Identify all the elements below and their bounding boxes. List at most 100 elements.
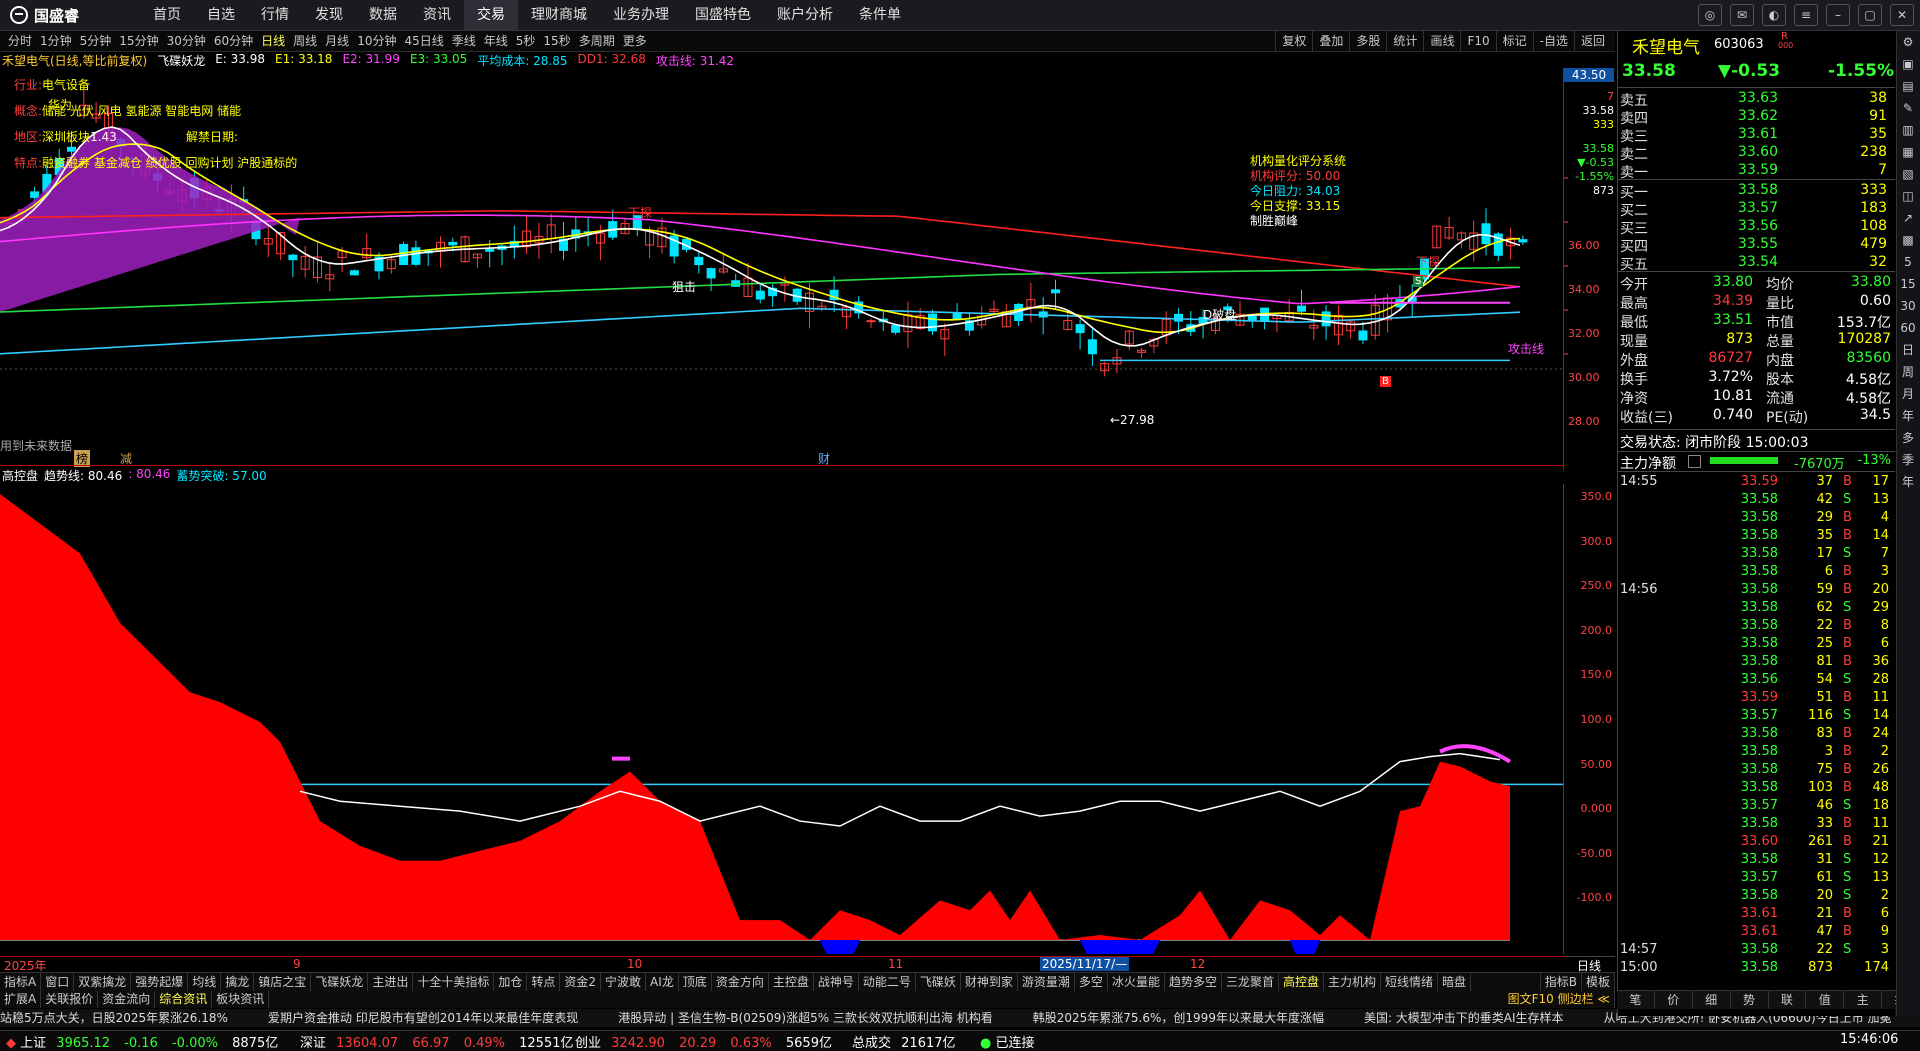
sidebar-button-1[interactable]: ▣ (1897, 53, 1919, 75)
quote-tab-5[interactable]: 值 (1806, 991, 1845, 1009)
quote-tab-3[interactable]: 势 (1731, 991, 1769, 1009)
bids-row[interactable]: 买五 33.54 32 (1618, 254, 1895, 273)
chart-tool-2[interactable]: 多股 (1349, 31, 1386, 51)
quote-tab-4[interactable]: 联 (1769, 991, 1807, 1009)
chart-tool-3[interactable]: 统计 (1386, 31, 1423, 51)
sidebar-button-6[interactable]: ▧ (1897, 163, 1919, 185)
sidebar-button-14[interactable]: 日 (1897, 339, 1919, 361)
menu-item-6[interactable]: 交易 (464, 0, 518, 30)
period-tab-5[interactable]: 60分钟 (210, 31, 257, 51)
menu-item-5[interactable]: 资讯 (410, 0, 464, 30)
quote-tab-2[interactable]: 细 (1693, 991, 1731, 1009)
sidebar-button-16[interactable]: 月 (1897, 383, 1919, 405)
sidebar-button-11[interactable]: 15 (1897, 273, 1919, 295)
period-tab-7[interactable]: 周线 (289, 31, 321, 51)
sidebar-button-13[interactable]: 60 (1897, 317, 1919, 339)
chart-tool-7[interactable]: -自选 (1532, 31, 1574, 51)
menu-item-2[interactable]: 行情 (248, 0, 302, 30)
period-tab-12[interactable]: 年线 (480, 31, 512, 51)
asks-row[interactable]: 卖二 33.60 238 (1618, 144, 1895, 163)
menu-item-9[interactable]: 国盛特色 (682, 0, 764, 30)
sidebar-button-19[interactable]: 季 (1897, 449, 1919, 471)
period-tab-2[interactable]: 5分钟 (76, 31, 116, 51)
menu-item-0[interactable]: 首页 (140, 0, 194, 30)
period-tab-10[interactable]: 45日线 (400, 31, 447, 51)
chart-tool-0[interactable]: 复权 (1275, 31, 1312, 51)
period-tab-15[interactable]: 多周期 (575, 31, 619, 51)
chart-tool-5[interactable]: F10 (1460, 31, 1495, 51)
indicator-tab-16[interactable]: 资金方向 (712, 973, 769, 991)
bids-row[interactable]: 买三 33.56 108 (1618, 218, 1895, 237)
indicator-tab-30[interactable]: 暗盘 (1438, 973, 1472, 991)
menu-item-3[interactable]: 发现 (302, 0, 356, 30)
indicator-tab-right-0[interactable]: 指标B (1541, 973, 1582, 991)
menu-item-10[interactable]: 账户分析 (764, 0, 846, 30)
period-tab-1[interactable]: 1分钟 (36, 31, 76, 51)
indicator-tab-more[interactable] (1471, 973, 1541, 991)
sidebar-button-2[interactable]: ▤ (1897, 75, 1919, 97)
period-tab-11[interactable]: 季线 (448, 31, 480, 51)
indicator-tab-11[interactable]: 转点 (527, 973, 561, 991)
indicator-tab-1[interactable]: 窗口 (41, 973, 75, 991)
sub-tab-2[interactable]: 资金流向 (98, 991, 156, 1008)
maximize-icon[interactable]: ▢ (1858, 4, 1882, 26)
indicator-tab-29[interactable]: 短线情绪 (1381, 973, 1439, 991)
net-flow-toggle[interactable] (1688, 455, 1701, 468)
sidebar-button-3[interactable]: ✎ (1897, 97, 1919, 119)
sidebar-button-12[interactable]: 30 (1897, 295, 1919, 317)
menu-item-1[interactable]: 自选 (194, 0, 248, 30)
period-tab-9[interactable]: 10分钟 (353, 31, 400, 51)
kline-chart[interactable] (0, 68, 1615, 470)
indicator-title[interactable]: 高控盘 (2, 467, 38, 484)
asks-row[interactable]: 卖一 33.59 7 (1618, 162, 1895, 181)
indicator-tab-19[interactable]: 动能二号 (859, 973, 916, 991)
bids-row[interactable]: 买二 33.57 183 (1618, 200, 1895, 219)
indicator-tab-15[interactable]: 顶底 (679, 973, 712, 991)
asks-row[interactable]: 卖四 33.62 91 (1618, 108, 1895, 127)
period-tab-8[interactable]: 月线 (321, 31, 353, 51)
sidebar-button-15[interactable]: 周 (1897, 361, 1919, 383)
period-tab-3[interactable]: 15分钟 (115, 31, 162, 51)
menu-icon[interactable]: ≡ (1794, 4, 1818, 26)
index-cy[interactable]: 创业 3242.90 20.29 0.63% 5659亿 (575, 1032, 832, 1051)
chart-tool-1[interactable]: 叠加 (1312, 31, 1349, 51)
news-item[interactable]: 站稳5万点大关，日股2025年累涨26.18% (0, 1011, 228, 1025)
tick-list[interactable]: 14:55 33.59 37 B 17 33.58 42 S 13 33.58 29 B 4 33.58 3… (1618, 471, 1895, 997)
sidebar-button-5[interactable]: ▦ (1897, 141, 1919, 163)
index-sh[interactable]: ◆ 上证 3965.12 -0.16 -0.00% 8875亿 (6, 1032, 278, 1051)
indicator-name[interactable]: 飞碟妖龙 (157, 52, 205, 68)
period-tab-16[interactable]: 更多 (619, 31, 651, 51)
chat-icon[interactable]: ◎ (1698, 4, 1722, 26)
indicator-tab-25[interactable]: 趋势多空 (1165, 973, 1222, 991)
indicator-tab-5[interactable]: 擒龙 (221, 973, 255, 991)
indicator-tab-27[interactable]: 高控盘 (1279, 973, 1324, 991)
index-sz[interactable]: 深证 13604.07 66.97 0.49% 12551亿 (300, 1032, 574, 1051)
quote-tab-1[interactable]: 价 (1655, 991, 1693, 1009)
close-icon[interactable]: ✕ (1890, 4, 1914, 26)
menu-item-11[interactable]: 条件单 (846, 0, 914, 30)
sidebar-button-7[interactable]: ◫ (1897, 185, 1919, 207)
bids-row[interactable]: 买一 33.58 333 (1618, 182, 1895, 201)
sub-tab-0[interactable]: 扩展A (0, 991, 42, 1008)
connection-status[interactable]: ● 已连接 (980, 1032, 1035, 1051)
sidebar-button-18[interactable]: 多 (1897, 427, 1919, 449)
chart-tool-4[interactable]: 画线 (1423, 31, 1460, 51)
app-logo[interactable]: 国盛睿 (10, 5, 79, 25)
news-item[interactable]: 港股异动 | 圣信生物-B(02509)涨超5% 三款长效双抗顺利出海 机构看 (618, 1011, 992, 1025)
sidebar-button-0[interactable]: ⚙ (1897, 31, 1919, 53)
quote-tab-6[interactable]: 主 (1844, 991, 1883, 1009)
indicator-tab-23[interactable]: 多空 (1075, 973, 1108, 991)
indicator-tab-12[interactable]: 资金2 (560, 973, 602, 991)
sidebar-toggle[interactable]: 图文F10 侧边栏 ≪ (1504, 991, 1615, 1008)
sidebar-button-10[interactable]: 5 (1897, 251, 1919, 273)
chart-tool-6[interactable]: 标记 (1495, 31, 1533, 51)
asks-row[interactable]: 卖三 33.61 35 (1618, 126, 1895, 145)
news-item[interactable]: 韩股2025年累涨75.6%，创1999年以来最大年度涨幅 (1033, 1011, 1324, 1025)
indicator-tab-13[interactable]: 宁波敢 (601, 973, 647, 991)
indicator-tab-20[interactable]: 飞碟妖 (916, 973, 961, 991)
skin-icon[interactable]: ◐ (1762, 4, 1786, 26)
sub-tab-1[interactable]: 关联报价 (41, 991, 99, 1008)
indicator-tab-8[interactable]: 主进出 (368, 973, 414, 991)
indicator-tab-2[interactable]: 双紫擒龙 (74, 973, 132, 991)
menu-item-7[interactable]: 理财商城 (518, 0, 600, 30)
